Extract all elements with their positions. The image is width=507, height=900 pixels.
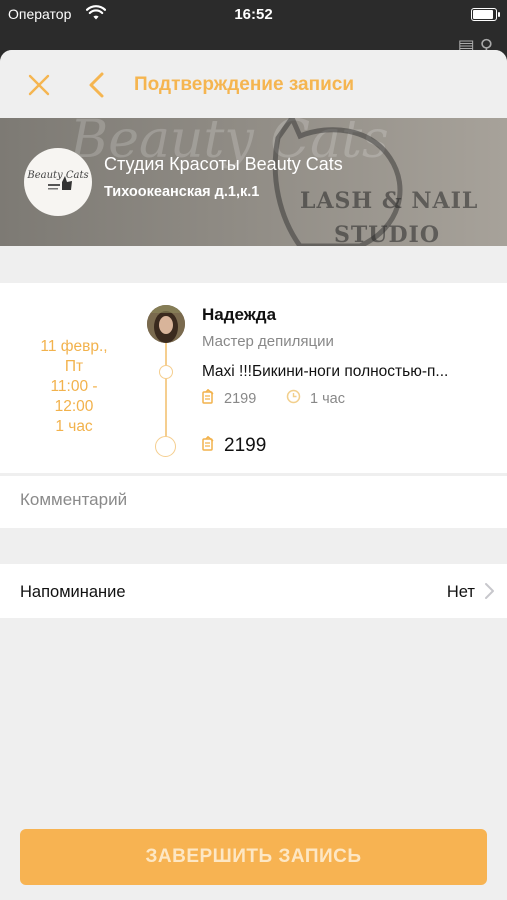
chevron-left-icon[interactable]: [86, 70, 108, 100]
chevron-right-icon: [483, 582, 495, 600]
logo-lettering: Beauty Cats: [26, 170, 88, 181]
studio-logo: Beauty Cats: [24, 148, 92, 216]
clock-icon: [286, 389, 301, 408]
status-bar: Оператор 16:52: [0, 0, 507, 28]
studio-name: Студия Красоты Beauty Cats: [104, 154, 343, 174]
master-name: Надежда: [202, 305, 277, 324]
master-avatar: [147, 305, 185, 343]
service-name: Maxi !!!Бикини-ноги полностью-п...: [202, 363, 449, 380]
nav-bar: Подтверждение записи: [0, 50, 507, 118]
timeline-dot: [159, 365, 173, 379]
total-price: 2199: [202, 435, 266, 457]
appointment-datetime: 11 февр., Пт 11:00 - 12:00 1 час: [20, 337, 128, 437]
duration-line: 1 час: [55, 418, 93, 435]
time-end: 12:00: [54, 398, 94, 415]
service-duration-value: 1 час: [310, 390, 345, 407]
master-role: Мастер депиляции: [202, 333, 334, 350]
timeline-end-dot: [155, 436, 176, 457]
price-tag-icon: [202, 388, 215, 408]
service-price-value: 2199: [224, 390, 257, 407]
time-start: 11:00 -: [50, 378, 98, 395]
reminder-label: Напоминание: [20, 583, 126, 601]
price-tag-icon: [202, 435, 215, 457]
finish-booking-button[interactable]: ЗАВЕРШИТЬ ЗАПИСЬ: [20, 829, 487, 885]
battery-icon: [471, 8, 500, 21]
service-duration: 1 час: [286, 389, 345, 408]
service-price: 2199: [202, 388, 257, 408]
appointment-card: 11 февр., Пт 11:00 - 12:00 1 час Надежда…: [0, 283, 507, 473]
banner-lash-nail-text: LASH & NAIL: [300, 188, 479, 214]
booking-confirmation-sheet: Подтверждение записи Beauty Cats LASH & …: [0, 50, 507, 900]
clock: 16:52: [234, 6, 273, 23]
date-line: 11 февр.,: [40, 338, 108, 355]
page-title: Подтверждение записи: [134, 74, 354, 95]
reminder-row[interactable]: Напоминание Нет: [0, 564, 507, 618]
comment-row: [0, 476, 507, 528]
timeline-line: [165, 343, 167, 441]
studio-banner[interactable]: Beauty Cats LASH & NAIL STUDIO Beauty Ca…: [0, 118, 507, 246]
banner-studio-text: STUDIO: [334, 222, 440, 246]
total-price-value: 2199: [224, 435, 267, 456]
reminder-value: Нет: [446, 583, 475, 601]
close-icon[interactable]: [26, 72, 52, 98]
weekday-line: Пт: [64, 358, 84, 375]
studio-address: Тихоокеанская д.1,к.1: [104, 184, 260, 200]
comment-input[interactable]: [20, 490, 490, 510]
